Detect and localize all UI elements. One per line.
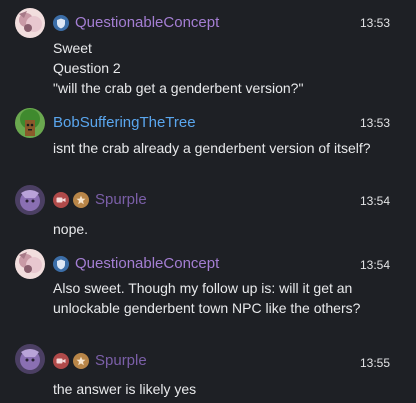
message-line: the answer is likely yes	[53, 381, 197, 397]
shield-icon	[53, 256, 69, 272]
avatar[interactable]	[15, 185, 45, 215]
message-line: isnt the crab already a genderbent versi…	[53, 140, 371, 156]
username[interactable]: BobSufferingTheTree	[53, 113, 196, 133]
camera-icon	[53, 353, 69, 369]
message-line: nope.	[53, 221, 89, 237]
timestamp: 13:53	[359, 116, 390, 130]
message-line: Sweet	[53, 40, 92, 56]
message-line: Question 2	[53, 60, 121, 76]
message-line: "will the crab get a genderbent version?…	[53, 80, 304, 96]
avatar[interactable]	[15, 249, 45, 279]
timestamp: 13:54	[359, 258, 390, 272]
message-text: Also sweet. Though my follow up is: will…	[53, 278, 398, 318]
camera-icon	[53, 192, 69, 208]
message-text: nope.	[53, 219, 398, 239]
message-text: the answer is likely yes	[53, 379, 398, 399]
star-icon	[73, 192, 89, 208]
timestamp: 13:55	[359, 356, 390, 370]
username[interactable]: Spurple	[95, 351, 147, 371]
star-icon	[73, 353, 89, 369]
avatar[interactable]	[15, 108, 45, 138]
avatar[interactable]	[15, 8, 45, 38]
message-text: isnt the crab already a genderbent versi…	[53, 138, 398, 158]
avatar[interactable]	[15, 344, 45, 374]
message-line: Also sweet. Though my follow up is: will…	[53, 280, 353, 296]
message-text: Sweet Question 2 "will the crab get a ge…	[53, 38, 398, 98]
timestamp: 13:54	[359, 194, 390, 208]
username[interactable]: Spurple	[95, 190, 147, 210]
username[interactable]: QuestionableConcept	[75, 254, 219, 274]
message-line: unlockable genderbent town NPC like the …	[53, 300, 361, 316]
username[interactable]: QuestionableConcept	[75, 13, 219, 33]
shield-icon	[53, 15, 69, 31]
timestamp: 13:53	[359, 16, 390, 30]
